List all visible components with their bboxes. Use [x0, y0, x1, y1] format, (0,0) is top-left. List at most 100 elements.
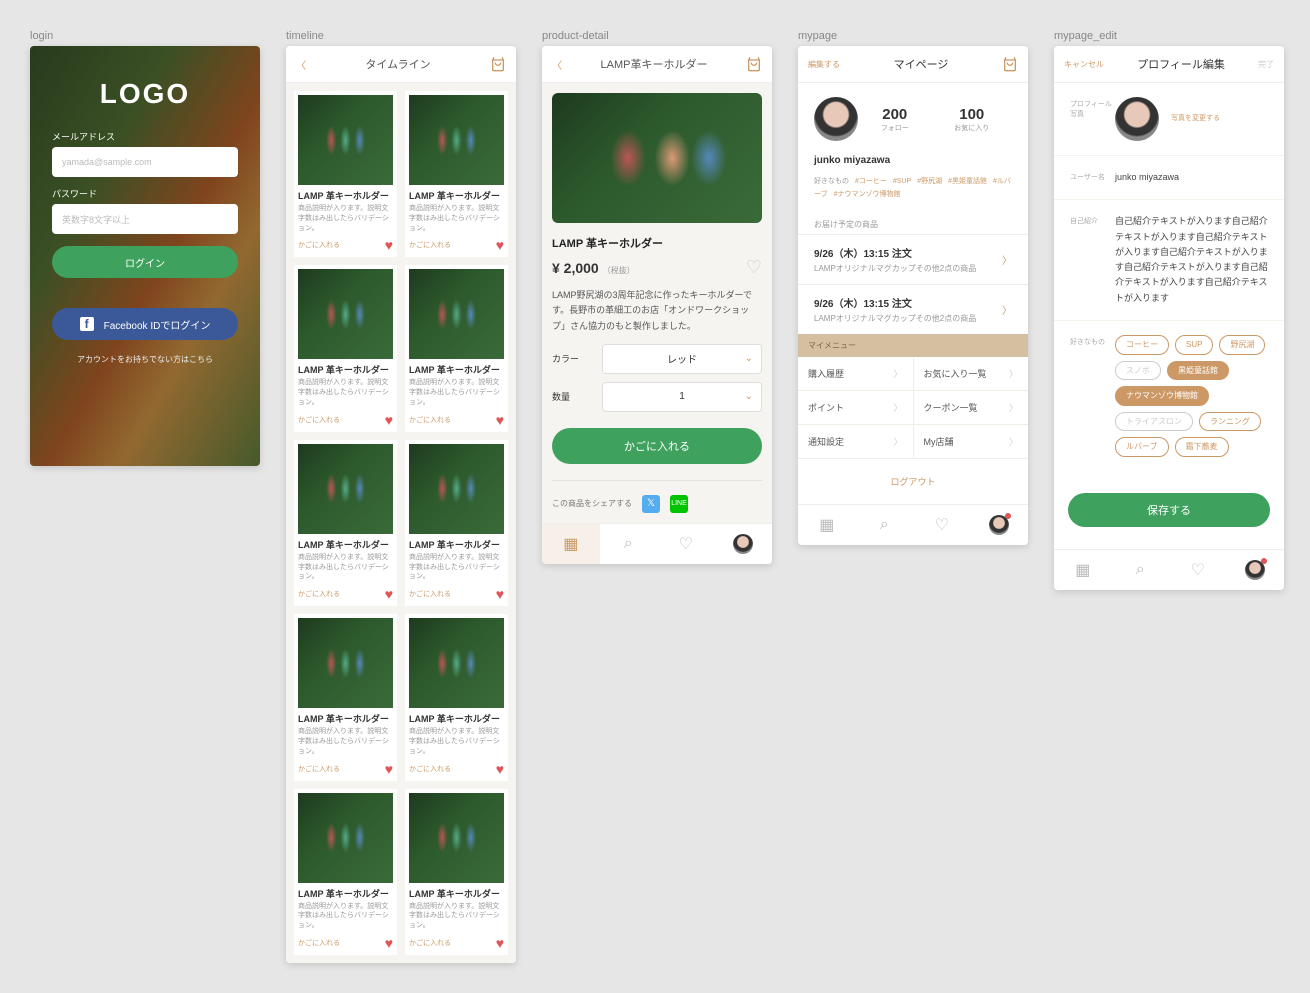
logout-button[interactable]: ログアウト [798, 459, 1028, 504]
menu-purchase-history[interactable]: 購入履歴〉 [798, 357, 914, 390]
cart-icon[interactable] [1002, 56, 1018, 72]
line-icon[interactable]: LINE [670, 495, 688, 513]
heart-icon[interactable]: ♥ [385, 935, 393, 951]
cart-icon[interactable] [746, 56, 762, 72]
heart-icon[interactable]: ♥ [496, 412, 504, 428]
tag[interactable]: #コーヒー [855, 178, 887, 185]
tags-label: 好きなもの [1070, 335, 1115, 457]
qty-select[interactable]: 1 [602, 382, 762, 412]
login-button[interactable]: ログイン [52, 246, 238, 278]
screen-label: product-detail [542, 30, 772, 42]
facebook-login-button[interactable]: fFacebook IDでログイン [52, 308, 238, 340]
add-to-cart-link[interactable]: かごに入れる [298, 764, 340, 774]
tab-search-icon[interactable]: ⌕ [856, 505, 914, 545]
order-row[interactable]: 9/26（木）13:15 注文LAMPオリジナルマグカップその他2点の商品〉 [798, 284, 1028, 334]
tag[interactable]: #SUP [893, 178, 911, 185]
add-to-cart-link[interactable]: かごに入れる [298, 589, 340, 599]
tab-search-icon[interactable]: ⌕ [1112, 550, 1170, 590]
cart-icon[interactable] [490, 56, 506, 72]
tag-chip[interactable]: ルバーブ [1115, 437, 1169, 457]
product-card[interactable]: LAMP 革キーホルダー商品説明が入ります。説明文字数はみ出したらバリデーション… [405, 265, 508, 431]
add-to-cart-button[interactable]: かごに入れる [552, 428, 762, 464]
heart-icon[interactable]: ♥ [496, 935, 504, 951]
menu-notifications[interactable]: 通知設定〉 [798, 425, 914, 458]
twitter-icon[interactable]: 𝕏 [642, 495, 660, 513]
back-icon[interactable]: 〈 [296, 57, 306, 72]
product-card[interactable]: LAMP 革キーホルダー商品説明が入ります。説明文字数はみ出したらバリデーション… [405, 789, 508, 955]
product-card[interactable]: LAMP 革キーホルダー商品説明が入ります。説明文字数はみ出したらバリデーション… [294, 91, 397, 257]
tag-chip[interactable]: SUP [1175, 335, 1213, 355]
heart-icon[interactable]: ♥ [496, 237, 504, 253]
add-to-cart-link[interactable]: かごに入れる [298, 240, 340, 250]
add-to-cart-link[interactable]: かごに入れる [298, 415, 340, 425]
product-card[interactable]: LAMP 革キーホルダー商品説明が入ります。説明文字数はみ出したらバリデーション… [405, 440, 508, 606]
tab-profile-icon[interactable] [971, 505, 1029, 545]
card-desc: 商品説明が入ります。説明文字数はみ出したらバリデーション。 [298, 727, 393, 756]
signup-link[interactable]: アカウントをお持ちでない方はこちら [52, 354, 238, 365]
product-card[interactable]: LAMP 革キーホルダー商品説明が入ります。説明文字数はみ出したらバリデーション… [294, 614, 397, 780]
tag-chip[interactable]: 野尻湖 [1219, 335, 1265, 355]
tag-chip[interactable]: ランニング [1199, 412, 1261, 432]
heart-icon[interactable]: ♥ [385, 586, 393, 602]
tab-profile-icon[interactable] [1227, 550, 1285, 590]
screen-label: login [30, 30, 260, 42]
order-row[interactable]: 9/26（木）13:15 注文LAMPオリジナルマグカップその他2点の商品〉 [798, 234, 1028, 284]
menu-coupons[interactable]: クーポン一覧〉 [914, 391, 1029, 424]
tag-chip[interactable]: スノボ [1115, 361, 1161, 381]
product-card[interactable]: LAMP 革キーホルダー商品説明が入ります。説明文字数はみ出したらバリデーション… [294, 265, 397, 431]
tab-bell-icon[interactable]: ♡ [913, 505, 971, 545]
card-title: LAMP 革キーホルダー [298, 887, 393, 900]
tag[interactable]: #黒姫童話館 [948, 178, 987, 185]
tab-bell-icon[interactable]: ♡ [1169, 550, 1227, 590]
heart-icon[interactable]: ♥ [385, 237, 393, 253]
tag-chip[interactable]: 霜下蕎麦 [1175, 437, 1229, 457]
tab-home-icon[interactable]: ▦ [1054, 550, 1112, 590]
follow-stat[interactable]: 200フォロー [881, 106, 909, 133]
add-to-cart-link[interactable]: かごに入れる [409, 240, 451, 250]
mymenu-header: マイメニュー [798, 334, 1028, 357]
menu-points[interactable]: ポイント〉 [798, 391, 914, 424]
edit-button[interactable]: 編集する [808, 59, 840, 70]
add-to-cart-link[interactable]: かごに入れる [409, 415, 451, 425]
menu-myshop[interactable]: My店舗〉 [914, 425, 1029, 458]
done-button[interactable]: 完了 [1258, 59, 1274, 70]
price: ¥ 2,000 [552, 260, 599, 276]
card-desc: 商品説明が入ります。説明文字数はみ出したらバリデーション。 [409, 204, 504, 233]
favorite-icon[interactable]: ♡ [746, 257, 762, 278]
password-input[interactable]: 英数字8文字以上 [52, 204, 238, 234]
tab-bell-icon[interactable]: ♡ [657, 524, 715, 564]
tag-chip[interactable]: 黒姫童話館 [1167, 361, 1229, 381]
product-card[interactable]: LAMP 革キーホルダー商品説明が入ります。説明文字数はみ出したらバリデーション… [294, 789, 397, 955]
back-icon[interactable]: 〈 [552, 57, 562, 72]
menu-favorites[interactable]: お気に入り一覧〉 [914, 357, 1029, 390]
product-card[interactable]: LAMP 革キーホルダー商品説明が入ります。説明文字数はみ出したらバリデーション… [405, 91, 508, 257]
add-to-cart-link[interactable]: かごに入れる [298, 938, 340, 948]
tag[interactable]: #野尻湖 [917, 178, 942, 185]
name-input[interactable]: junko miyazawa [1115, 170, 1268, 185]
add-to-cart-link[interactable]: かごに入れる [409, 938, 451, 948]
color-select[interactable]: レッド [602, 344, 762, 374]
heart-icon[interactable]: ♥ [496, 761, 504, 777]
add-to-cart-link[interactable]: かごに入れる [409, 764, 451, 774]
product-card[interactable]: LAMP 革キーホルダー商品説明が入ります。説明文字数はみ出したらバリデーション… [294, 440, 397, 606]
tag-chip[interactable]: ナウマンゾウ博物館 [1115, 386, 1209, 406]
tab-home-icon[interactable]: ▦ [798, 505, 856, 545]
tab-search-icon[interactable]: ⌕ [600, 524, 658, 564]
favorite-stat[interactable]: 100お気に入り [954, 106, 989, 133]
tag-chip[interactable]: コーヒー [1115, 335, 1169, 355]
cancel-button[interactable]: キャンセル [1064, 59, 1104, 70]
product-card[interactable]: LAMP 革キーホルダー商品説明が入ります。説明文字数はみ出したらバリデーション… [405, 614, 508, 780]
tag-chip[interactable]: トライアスロン [1115, 412, 1193, 432]
email-input[interactable]: yamada@sample.com [52, 147, 238, 177]
heart-icon[interactable]: ♥ [496, 586, 504, 602]
tab-profile-icon[interactable] [715, 524, 773, 564]
tab-home-icon[interactable]: ▦ [542, 524, 600, 564]
tag[interactable]: #ナウマンゾウ博物館 [834, 191, 901, 198]
save-button[interactable]: 保存する [1068, 493, 1270, 527]
heart-icon[interactable]: ♥ [385, 412, 393, 428]
add-to-cart-link[interactable]: かごに入れる [409, 589, 451, 599]
product-thumb [298, 444, 393, 534]
change-photo-button[interactable]: 写真を変更する [1171, 113, 1220, 125]
bio-input[interactable]: 自己紹介テキストが入ります自己紹介テキストが入ります自己紹介テキストが入ります自… [1115, 214, 1268, 306]
heart-icon[interactable]: ♥ [385, 761, 393, 777]
